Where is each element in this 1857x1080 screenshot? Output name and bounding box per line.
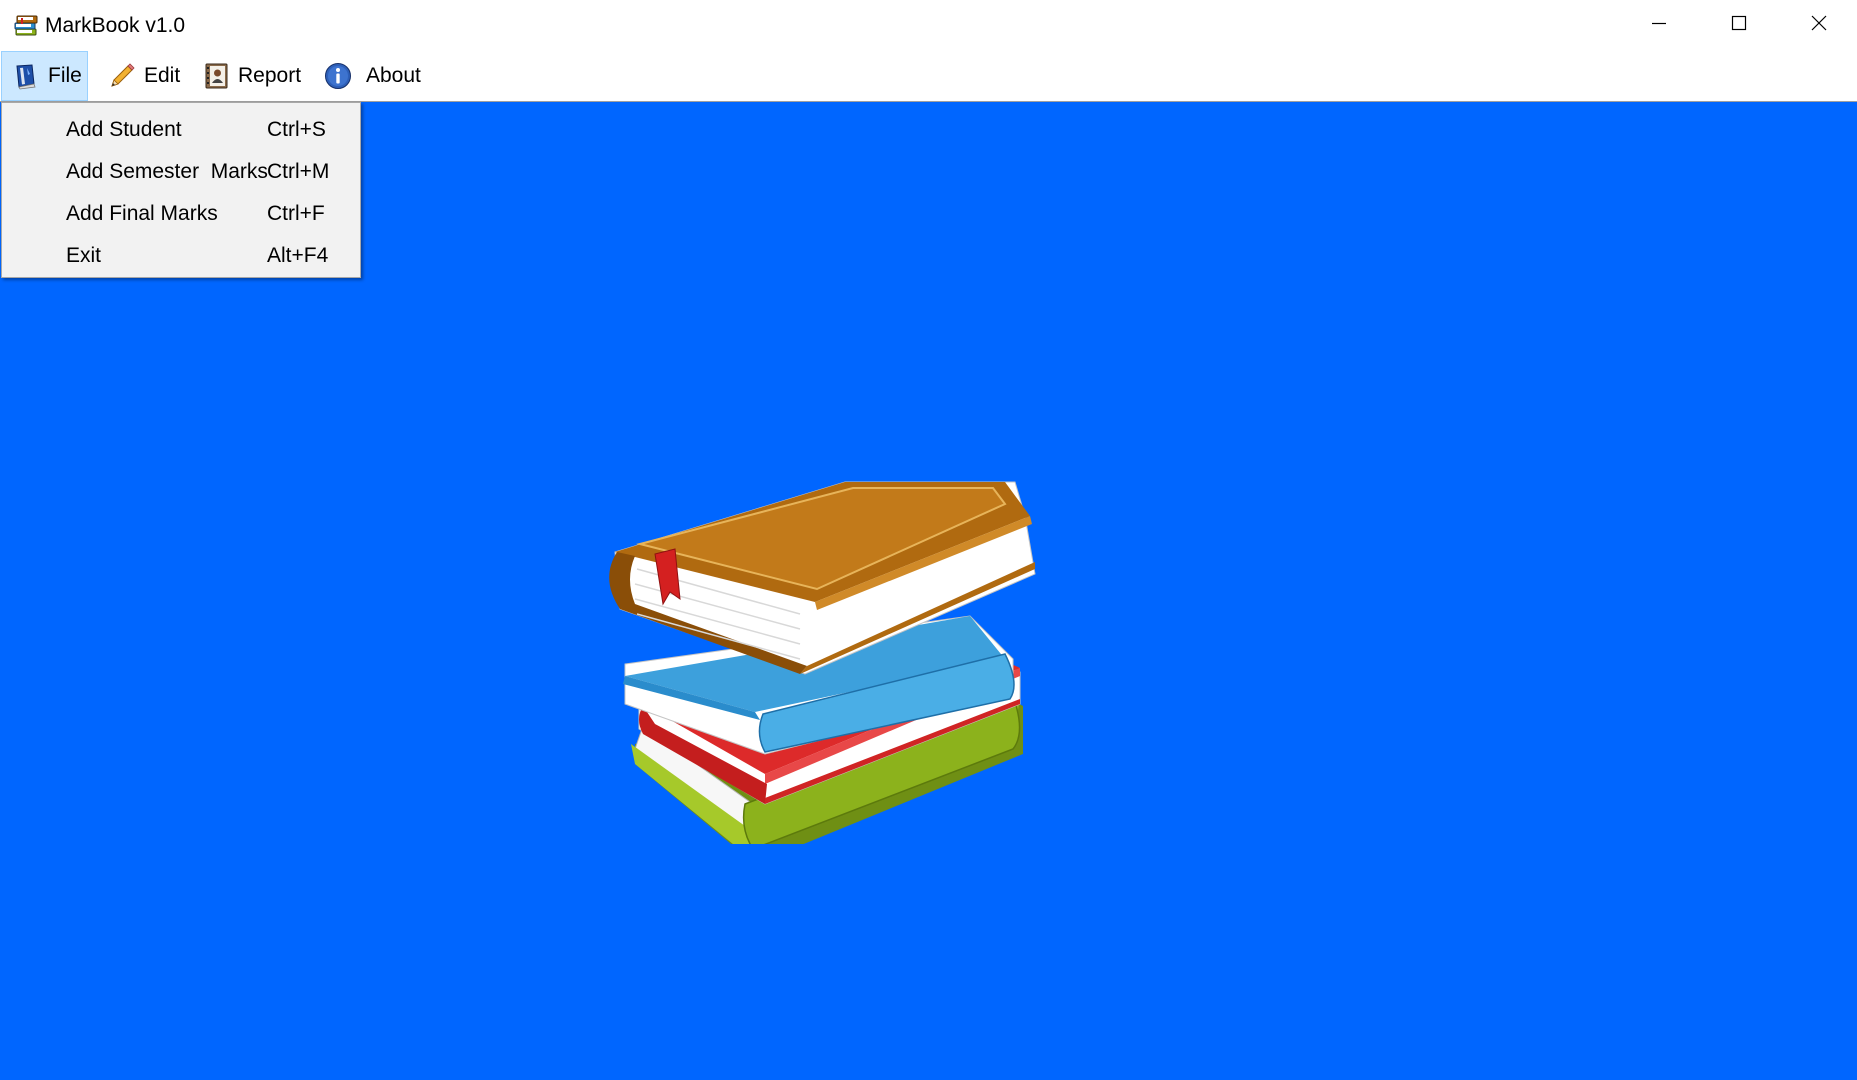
menu-item-label: Add Semester Marks [66, 160, 268, 183]
app-window: MarkBook v1.0 File Edit Report About Add… [0, 0, 1857, 1080]
menu-item-add-student[interactable]: Add Student Ctrl+S [2, 109, 360, 151]
file-menu-dropdown: Add Student Ctrl+S Add Semester Marks Ct… [1, 102, 361, 278]
menu-bar: File Edit Report About [0, 51, 1857, 102]
pencil-icon [108, 62, 136, 90]
menu-item-label: Exit [66, 244, 102, 267]
menu-about[interactable]: About [314, 51, 432, 101]
menu-item-add-final-marks[interactable]: Add Final Marks Ctrl+F [2, 193, 360, 235]
minimize-button[interactable] [1619, 0, 1699, 51]
books-icon [13, 13, 39, 37]
menu-edit-label: Edit [144, 64, 181, 87]
menu-file-label: File [48, 64, 82, 87]
menu-item-add-semester-marks[interactable]: Add Semester Marks Ctrl+M [2, 151, 360, 193]
menu-file[interactable]: File [1, 51, 88, 101]
menu-item-label: Add Final Marks [66, 202, 218, 225]
report-icon [202, 62, 230, 90]
menu-item-shortcut: Ctrl+S [267, 118, 326, 141]
menu-report[interactable]: Report [192, 51, 312, 101]
menu-about-label: About [366, 64, 421, 87]
menu-item-label: Add Student [66, 118, 182, 141]
close-icon [1811, 15, 1827, 36]
menu-item-exit[interactable]: Exit Alt+F4 [2, 235, 360, 277]
menu-edit[interactable]: Edit [98, 51, 191, 101]
book-icon [12, 62, 40, 90]
menu-item-shortcut: Ctrl+M [267, 160, 330, 183]
menu-report-label: Report [238, 64, 302, 87]
close-button[interactable] [1779, 0, 1857, 51]
maximize-icon [1731, 15, 1747, 36]
title-bar[interactable]: MarkBook v1.0 [0, 0, 1857, 51]
menu-item-shortcut: Alt+F4 [267, 244, 329, 267]
window-title: MarkBook v1.0 [45, 14, 186, 37]
info-icon [324, 62, 352, 90]
maximize-button[interactable] [1699, 0, 1779, 51]
menu-item-shortcut: Ctrl+F [267, 202, 325, 225]
books-illustration [595, 444, 1050, 864]
minimize-icon [1651, 15, 1667, 36]
